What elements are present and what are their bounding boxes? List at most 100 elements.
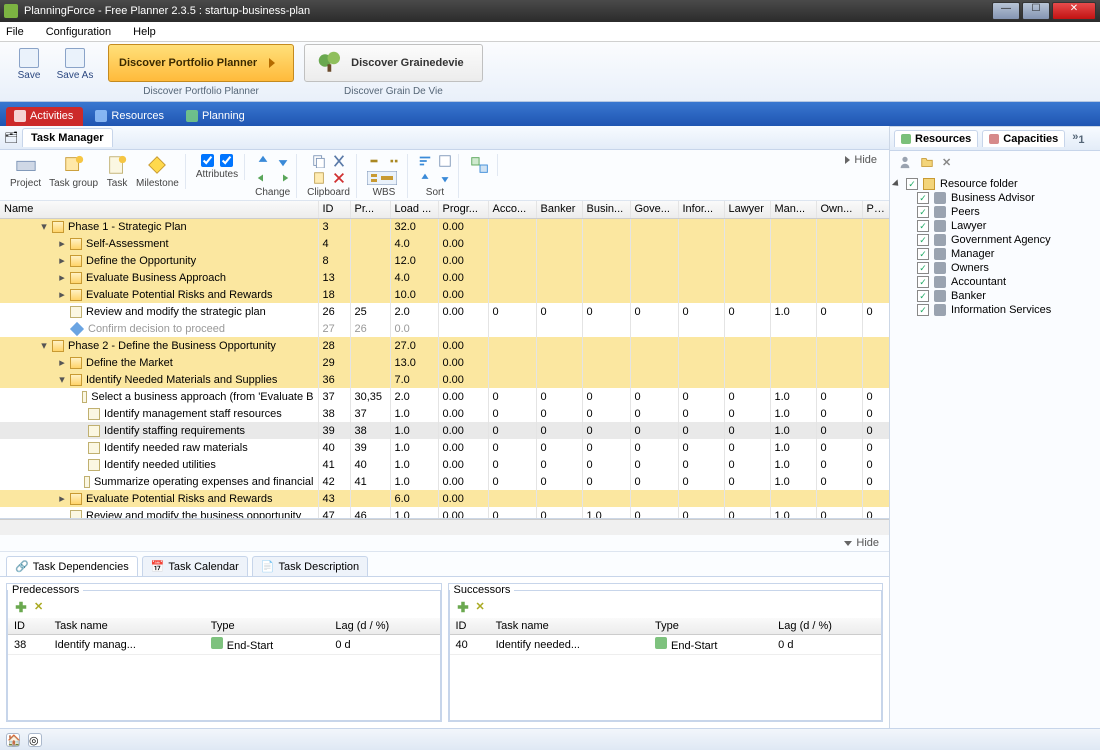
menu-help[interactable]: Help <box>133 26 156 38</box>
expander-icon[interactable]: ▾ <box>40 339 48 352</box>
add-successor-icon[interactable] <box>456 600 470 614</box>
menu-file[interactable]: File <box>6 26 24 38</box>
copy-icon[interactable] <box>312 154 326 168</box>
resource-checkbox[interactable] <box>917 290 929 302</box>
save-as-button[interactable]: Save As <box>52 44 98 84</box>
resource-item[interactable]: Government Agency <box>894 233 1096 247</box>
attributes-button[interactable]: Attributes <box>196 154 238 180</box>
table-row[interactable]: Select a business approach (from 'Evalua… <box>0 388 889 405</box>
project-button[interactable]: Project <box>10 154 41 189</box>
tab-right-capacities[interactable]: Capacities <box>982 130 1065 147</box>
indent-icon[interactable] <box>276 171 290 185</box>
column-header[interactable]: Pr... <box>350 201 390 218</box>
resource-item[interactable]: Information Services <box>894 303 1096 317</box>
link-icon[interactable] <box>367 154 381 168</box>
target-icon[interactable]: ◎ <box>28 733 42 747</box>
table-row[interactable]: Identify management staff resources38371… <box>0 405 889 422</box>
resource-folder-row[interactable]: Resource folder <box>894 177 1096 191</box>
resource-item[interactable]: Accountant <box>894 275 1096 289</box>
resource-checkbox[interactable] <box>917 248 929 260</box>
col-id[interactable]: ID <box>8 618 49 635</box>
horizontal-scrollbar[interactable] <box>0 519 889 535</box>
tab-task-description[interactable]: 📄Task Description <box>252 556 368 576</box>
column-header[interactable]: Gove... <box>630 201 678 218</box>
column-header[interactable]: Pe... <box>862 201 889 218</box>
resource-item[interactable]: Owners <box>894 261 1096 275</box>
tab-task-dependencies[interactable]: 🔗Task Dependencies <box>6 556 138 576</box>
discover-grainedevie-button[interactable]: Discover Grainedevie <box>304 44 483 82</box>
table-row[interactable]: ▾Phase 1 - Strategic Plan332.00.00 <box>0 218 889 235</box>
menu-configuration[interactable]: Configuration <box>46 26 111 38</box>
expander-icon[interactable]: ▾ <box>40 220 48 233</box>
task-button[interactable]: Task <box>106 154 128 189</box>
paste-icon[interactable] <box>312 171 326 185</box>
home-icon[interactable]: 🏠 <box>6 733 20 747</box>
resource-item[interactable]: Lawyer <box>894 219 1096 233</box>
col-lag[interactable]: Lag (d / %) <box>772 618 881 635</box>
tab-activities[interactable]: Activities <box>6 107 83 126</box>
table-row[interactable]: Confirm decision to proceed27260.0 <box>0 320 889 337</box>
expander-icon[interactable]: ▸ <box>58 492 66 505</box>
column-header[interactable]: Load ... <box>390 201 438 218</box>
milestone-button[interactable]: Milestone <box>136 154 179 189</box>
column-header[interactable]: Own... <box>816 201 862 218</box>
task-manager-tab[interactable]: Task Manager <box>22 128 113 147</box>
resource-checkbox[interactable] <box>917 220 929 232</box>
table-row[interactable]: ▾Identify Needed Materials and Supplies3… <box>0 371 889 388</box>
delete-icon[interactable] <box>332 171 346 185</box>
tab-task-calendar[interactable]: 📅Task Calendar <box>142 556 248 576</box>
column-header[interactable]: Man... <box>770 201 816 218</box>
save-button[interactable]: Save <box>6 44 52 84</box>
outdent-icon[interactable] <box>256 171 270 185</box>
arrow-down-icon[interactable] <box>276 154 290 168</box>
expander-icon[interactable]: ▸ <box>58 237 66 250</box>
column-header[interactable]: Banker <box>536 201 582 218</box>
tab-right-resources[interactable]: Resources <box>894 130 978 147</box>
expander-icon[interactable]: ▸ <box>58 254 66 267</box>
column-header[interactable]: Lawyer <box>724 201 770 218</box>
unlink-icon[interactable] <box>387 154 401 168</box>
table-row[interactable]: Summarize operating expenses and financi… <box>0 473 889 490</box>
folder-checkbox[interactable] <box>906 178 918 190</box>
more-tabs-button[interactable]: »1 <box>1069 131 1087 146</box>
column-header[interactable]: Name <box>0 201 318 218</box>
column-header[interactable]: Acco... <box>488 201 536 218</box>
resource-item[interactable]: Peers <box>894 205 1096 219</box>
table-row[interactable]: ▸Evaluate Potential Risks and Rewards181… <box>0 286 889 303</box>
resource-checkbox[interactable] <box>917 234 929 246</box>
sort-cfg-icon[interactable] <box>418 154 432 168</box>
discover-portfolio-button[interactable]: Discover Portfolio Planner <box>108 44 294 82</box>
column-header[interactable]: ID <box>318 201 350 218</box>
close-button[interactable]: ✕ <box>1052 2 1096 20</box>
resource-person-icon[interactable] <box>898 155 912 169</box>
cut-icon[interactable] <box>332 154 346 168</box>
table-row[interactable]: ▸Evaluate Business Approach134.00.00 <box>0 269 889 286</box>
tab-planning[interactable]: Planning <box>178 107 255 126</box>
resource-item[interactable]: Manager <box>894 247 1096 261</box>
hide-toolbar-link[interactable]: Hide <box>845 154 885 166</box>
sort-asc-icon[interactable] <box>418 171 432 185</box>
delete-successor-icon[interactable]: ✕ <box>476 600 490 614</box>
resource-checkbox[interactable] <box>917 192 929 204</box>
col-task-name[interactable]: Task name <box>49 618 205 635</box>
expander-icon[interactable]: ▸ <box>58 288 66 301</box>
column-header[interactable]: Busin... <box>582 201 630 218</box>
resource-checkbox[interactable] <box>917 276 929 288</box>
minimize-button[interactable]: — <box>992 2 1020 20</box>
predecessor-row[interactable]: 38 Identify manag... End-Start 0 d <box>8 635 440 655</box>
col-type[interactable]: Type <box>649 618 772 635</box>
maximize-button[interactable]: ☐ <box>1022 2 1050 20</box>
wbs-icon[interactable] <box>367 171 397 185</box>
col-task-name[interactable]: Task name <box>490 618 649 635</box>
table-row[interactable]: Identify needed utilities41401.00.000000… <box>0 456 889 473</box>
ungroup-icon[interactable] <box>469 154 491 176</box>
table-row[interactable]: ▸Define the Opportunity812.00.00 <box>0 252 889 269</box>
sort-opt-icon[interactable] <box>438 154 452 168</box>
table-row[interactable]: Identify staffing requirements39381.00.0… <box>0 422 889 439</box>
hide-grid-link[interactable]: Hide <box>0 535 889 552</box>
expander-icon[interactable]: ▾ <box>58 373 66 386</box>
sort-desc-icon[interactable] <box>438 171 452 185</box>
table-row[interactable]: ▸Self-Assessment44.00.00 <box>0 235 889 252</box>
table-row[interactable]: ▸Evaluate Potential Risks and Rewards436… <box>0 490 889 507</box>
table-row[interactable]: ▾Phase 2 - Define the Business Opportuni… <box>0 337 889 354</box>
